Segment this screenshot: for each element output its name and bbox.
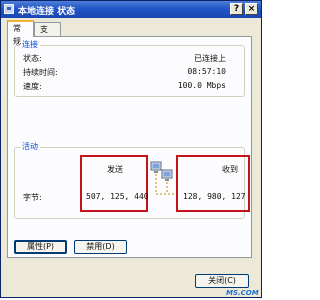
- connection-group: 连接 状态: 已连接上 持续时间: 08:57:10 速度: 100.0 Mbp…: [14, 40, 245, 97]
- speed-label: 速度:: [23, 82, 42, 91]
- bytes-sent-value: 507, 125, 440: [86, 192, 149, 201]
- received-highlight-box: 收到 128, 980, 127: [176, 155, 250, 212]
- duration-value: 08:57:10: [187, 67, 226, 76]
- watermark-logo: MS.COM: [226, 289, 259, 297]
- sent-label: 发送: [107, 165, 123, 174]
- connection-group-label: 连接: [20, 40, 40, 50]
- window-title: 本地连接 状态: [18, 7, 76, 17]
- tab-general[interactable]: 常规: [7, 20, 34, 46]
- connection-status-window: 本地连接 状态 ? × 常规 支持 连接 状态: 已连接上 持续时间: 08:5…: [0, 0, 262, 298]
- activity-group: 活动 字节: 发送 507, 125, 440 收到 128, 980, 127: [14, 142, 250, 219]
- network-connection-icon: [4, 4, 14, 14]
- activity-group-label: 活动: [20, 142, 40, 152]
- close-button[interactable]: 关闭(C): [195, 274, 249, 288]
- status-label: 状态:: [23, 54, 42, 63]
- status-value: 已连接上: [194, 54, 226, 63]
- tab-support[interactable]: 支持: [34, 22, 61, 47]
- disable-button[interactable]: 禁用(D): [74, 240, 127, 254]
- help-button[interactable]: ?: [230, 3, 243, 15]
- title-bar[interactable]: 本地连接 状态 ? ×: [1, 1, 261, 18]
- network-activity-icon: [150, 161, 175, 195]
- received-label: 收到: [222, 165, 238, 174]
- duration-label: 持续时间:: [23, 68, 58, 77]
- close-window-button[interactable]: ×: [245, 3, 258, 15]
- speed-value: 100.0 Mbps: [177, 81, 226, 90]
- general-tab-panel: 连接 状态: 已连接上 持续时间: 08:57:10 速度: 100.0 Mbp…: [7, 36, 252, 258]
- properties-button[interactable]: 属性(P): [14, 240, 67, 254]
- bytes-label: 字节:: [23, 193, 42, 202]
- sent-highlight-box: 发送 507, 125, 440: [80, 155, 149, 212]
- bytes-received-value: 128, 980, 127: [183, 192, 246, 201]
